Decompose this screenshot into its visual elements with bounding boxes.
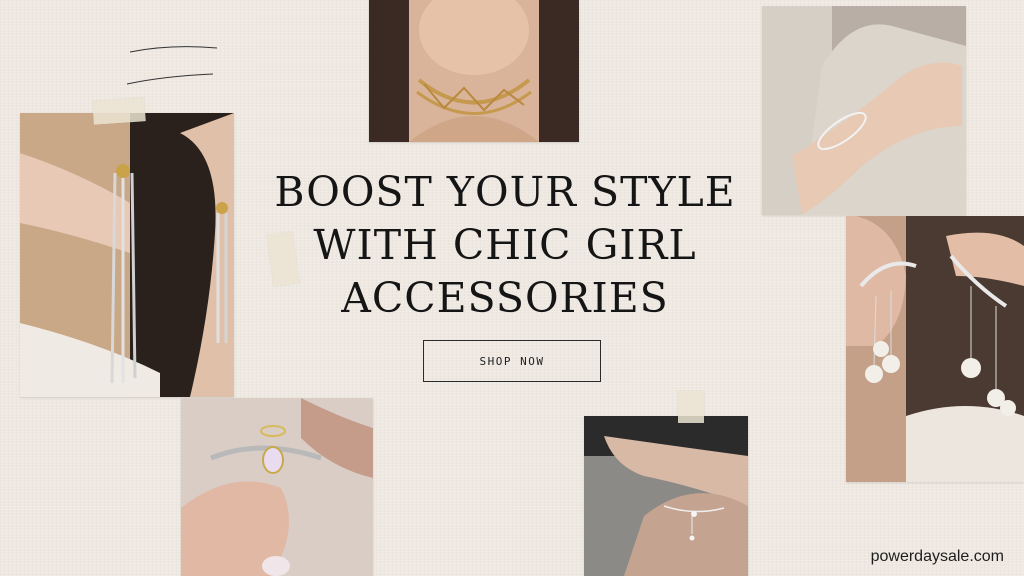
headline-line-3: ACCESSORIES	[341, 274, 669, 322]
tassel-earrings-photo[interactable]	[20, 113, 234, 397]
headline: BOOST YOUR STYLE WITH CHIC GIRL ACCESSOR…	[250, 166, 760, 325]
decorative-strokes	[126, 46, 218, 85]
tape-strip	[678, 391, 704, 423]
headline-line-2: WITH CHIC GIRL	[313, 221, 697, 269]
headline-line-1: BOOST YOUR STYLE	[274, 168, 736, 216]
choker-necklace-photo[interactable]	[369, 0, 579, 142]
pearl-ear-cuff-photo[interactable]	[846, 216, 1024, 482]
angel-ring-photo[interactable]	[181, 398, 373, 576]
shop-now-label: SHOP NOW	[479, 354, 545, 368]
tape-strip	[92, 97, 146, 125]
shop-now-button[interactable]: SHOP NOW	[423, 340, 601, 382]
site-watermark[interactable]: powerdaysale.com	[871, 548, 1004, 566]
bracelet-photo[interactable]	[762, 6, 966, 215]
anklet-photo[interactable]	[584, 416, 748, 576]
